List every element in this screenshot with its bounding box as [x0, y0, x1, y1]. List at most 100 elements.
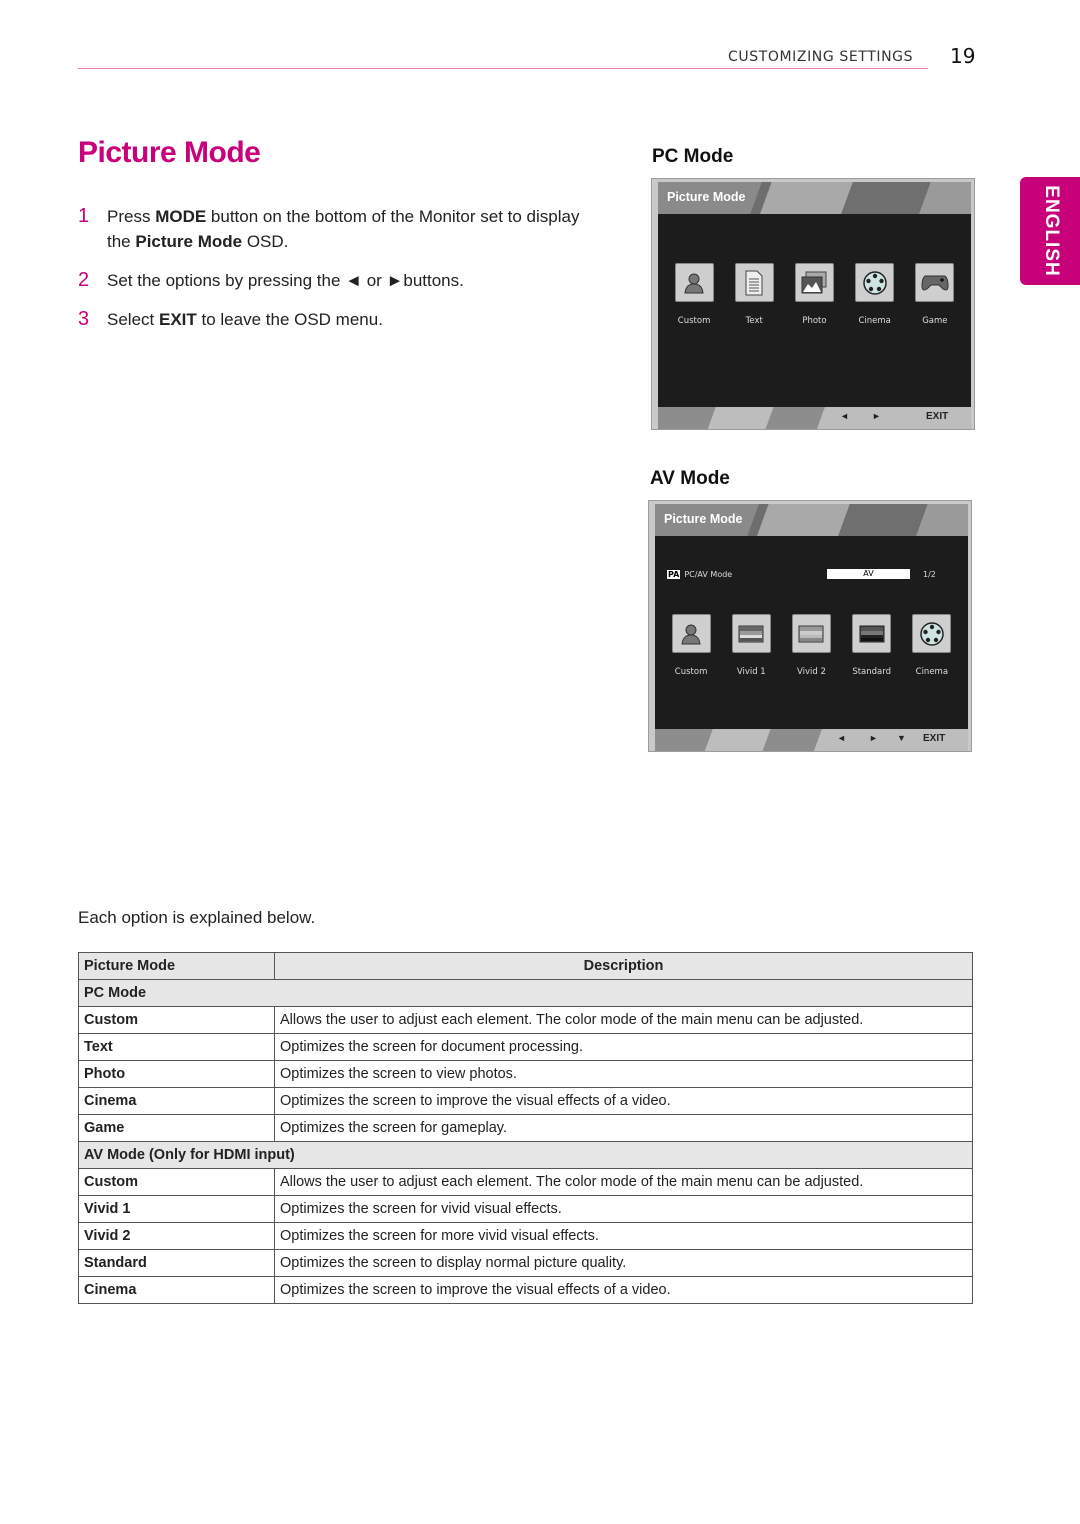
steps-list: 1 Press MODE button on the bottom of the … [78, 204, 598, 346]
osd-option-vivid-1[interactable]: Vivid 1 [725, 614, 777, 677]
photo-icon [794, 263, 834, 302]
table-group-row: AV Mode (Only for HDMI input) [78, 1141, 973, 1169]
mode-description: Optimizes the screen to view photos. [274, 1060, 973, 1088]
osd-option-standard[interactable]: Standard [846, 614, 898, 677]
language-label: ENGLISH [1041, 185, 1062, 277]
page-number: 19 [950, 44, 976, 68]
mode-name: Standard [78, 1249, 275, 1277]
osd-option-photo[interactable]: Photo [788, 263, 840, 326]
step-number: 1 [78, 205, 90, 227]
header-picture-mode: Picture Mode [78, 952, 275, 980]
osd-option-text[interactable]: Text [728, 263, 780, 326]
text: Press [107, 207, 156, 226]
osd-icon-row: Custom Vivid 1 Vivid 2 Standard Cinema [655, 614, 968, 677]
step-text: Press MODE button on the bottom of the M… [107, 204, 598, 254]
film-reel-icon [855, 263, 895, 302]
film-reel-icon [912, 614, 952, 653]
osd-option-game[interactable]: Game [909, 263, 961, 326]
text: Select [107, 310, 159, 329]
osd-option-label: Photo [802, 316, 827, 326]
table-row: Custom Allows the user to adjust each ele… [78, 1006, 973, 1034]
mode-name: Vivid 2 [78, 1222, 275, 1250]
osd-title-bar: Picture Mode [655, 504, 968, 536]
emphasis: MODE [155, 207, 207, 226]
mode-name: Custom [78, 1168, 275, 1196]
osd-option-label: Vivid 1 [736, 667, 766, 677]
text: to leave the OSD menu. [196, 310, 383, 329]
exit-button[interactable]: EXIT [923, 733, 945, 744]
right-arrow-button[interactable]: ► [872, 411, 881, 421]
av-mode-heading: AV Mode [650, 468, 730, 489]
table-group-row: PC Mode [78, 979, 973, 1007]
osd-option-cinema[interactable]: Cinema [849, 263, 901, 326]
exit-button[interactable]: EXIT [926, 411, 948, 422]
table-row: Custom Allows the user to adjust each ele… [78, 1168, 973, 1196]
group-label: PC Mode [78, 979, 973, 1007]
group-label: AV Mode (Only for HDMI input) [78, 1141, 973, 1169]
mode-name: Cinema [78, 1087, 275, 1115]
mode-name: Vivid 1 [78, 1195, 275, 1223]
pc-mode-osd: Picture Mode Custom Text Photo Cinema Game ◄… [651, 178, 975, 430]
osd-screen: Custom Text Photo Cinema Game [658, 214, 971, 407]
osd-option-label: Standard [852, 667, 891, 677]
pa-badge-icon: PA [667, 570, 681, 579]
language-tab: ENGLISH [1020, 177, 1080, 285]
osd-nav-bar: ◄ ► EXIT [658, 407, 971, 429]
osd-icon-row: Custom Text Photo Cinema Game [658, 263, 971, 326]
osd-option-custom[interactable]: Custom [668, 263, 720, 326]
pcav-label: PC/AV Mode [684, 570, 733, 579]
down-arrow-button[interactable]: ▼ [897, 733, 906, 743]
step-item: 2 Set the options by pressing the ◄ or ►b… [78, 268, 598, 293]
av-mode-osd: Picture Mode PA PC/AV Mode AV 1/2 Custom V… [648, 500, 972, 752]
mode-description: Optimizes the screen for document proces… [274, 1033, 973, 1061]
left-arrow-button[interactable]: ◄ [837, 733, 846, 743]
emphasis: EXIT [158, 310, 197, 329]
table-row: Vivid 1 Optimizes the screen for vivid vi… [78, 1195, 973, 1223]
mode-name: Game [78, 1114, 275, 1142]
pcav-mode-row[interactable]: PA PC/AV Mode AV 1/2 [667, 569, 968, 584]
section-title: CUSTOMIZING SETTINGS [728, 49, 914, 65]
osd-option-vivid-2[interactable]: Vivid 2 [785, 614, 837, 677]
table-row: Standard Optimizes the screen to display … [78, 1249, 973, 1277]
osd-option-label: Vivid 2 [797, 667, 826, 677]
emphasis: Picture Mode [135, 232, 243, 251]
page-title: Picture Mode [78, 136, 261, 169]
mode-description: Allows the user to adjust each element. … [274, 1168, 973, 1196]
left-arrow-button[interactable]: ◄ [840, 411, 849, 421]
right-arrow-button[interactable]: ► [869, 733, 878, 743]
step-text: Set the options by pressing the ◄ or ►bu… [107, 268, 464, 293]
table-header-row: Picture Mode Description [78, 952, 973, 980]
header-rule [78, 68, 928, 69]
person-icon [671, 614, 711, 653]
osd-option-label: Cinema [858, 316, 891, 326]
mode-description: Optimizes the screen to display normal p… [274, 1249, 973, 1277]
pcav-page: 1/2 [923, 570, 936, 579]
mode-description: Optimizes the screen for more vivid visu… [274, 1222, 973, 1250]
osd-screen: PA PC/AV Mode AV 1/2 Custom Vivid 1 Vivid 2… [655, 536, 968, 729]
step-text: Select EXIT to leave the OSD menu. [107, 307, 383, 332]
text: Set the options by pressing the ◄ or ►bu… [107, 271, 464, 290]
mode-description: Allows the user to adjust each element. … [274, 1006, 973, 1034]
mode-description: Optimizes the screen to improve the visu… [274, 1087, 973, 1115]
osd-option-label: Text [745, 316, 763, 326]
gamepad-icon [915, 263, 955, 302]
mode-description: Optimizes the screen for vivid visual ef… [274, 1195, 973, 1223]
osd-nav-bar: ◄ ► ▼ EXIT [655, 729, 968, 751]
mode-name: Text [78, 1033, 275, 1061]
osd-option-label: Custom [677, 316, 711, 326]
pcav-value[interactable]: AV [827, 569, 910, 579]
osd-option-custom[interactable]: Custom [665, 614, 717, 677]
osd-option-cinema[interactable]: Cinema [906, 614, 958, 677]
picture-mode-table: Picture Mode Description PC Mode Custom Al… [78, 952, 973, 1304]
mode-name: Cinema [78, 1276, 275, 1304]
vivid1-icon [731, 614, 771, 653]
osd-title-bar: Picture Mode [658, 182, 971, 214]
vivid2-icon [791, 614, 831, 653]
standard-icon [852, 614, 892, 653]
person-icon [674, 263, 714, 302]
table-row: Photo Optimizes the screen to view photos… [78, 1060, 973, 1088]
header-description: Description [274, 952, 973, 980]
osd-option-label: Game [922, 316, 948, 326]
table-row: Text Optimizes the screen for document pr… [78, 1033, 973, 1061]
document-icon [734, 263, 774, 302]
